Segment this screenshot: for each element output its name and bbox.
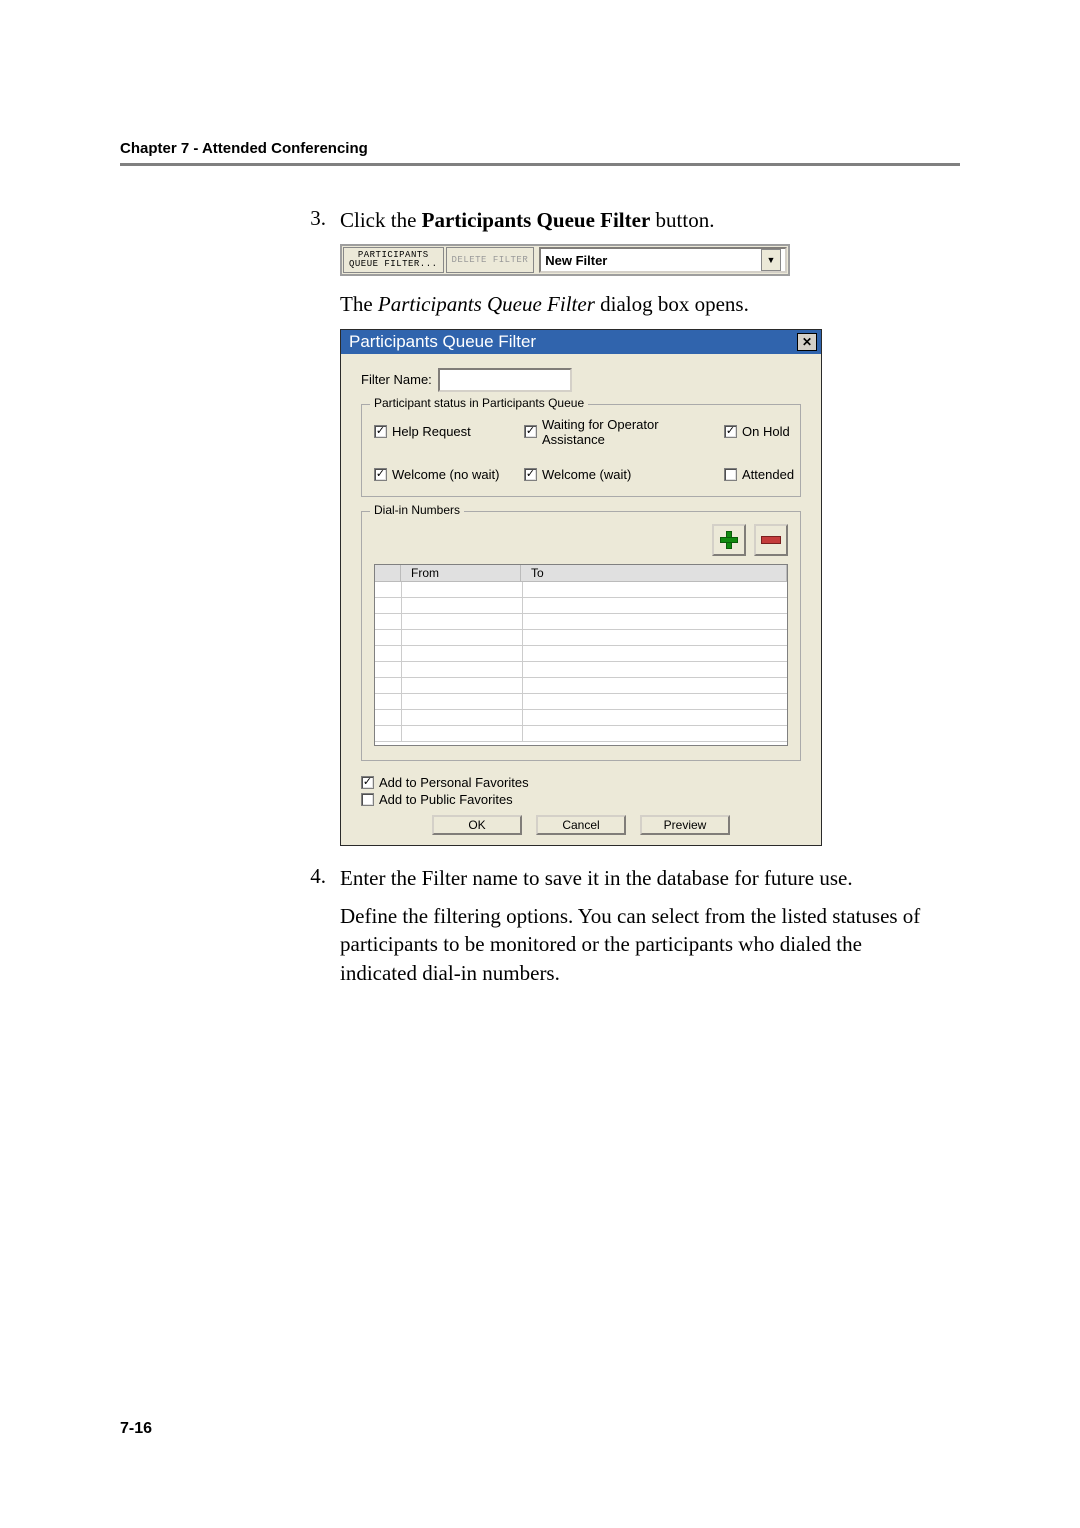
column-to: To [521,565,787,582]
public-favorites-checkbox[interactable]: Add to Public Favorites [361,792,801,807]
step-3-caption-italic: Participants Queue Filter [378,292,595,316]
preview-button[interactable]: Preview [640,815,730,835]
close-icon[interactable]: ✕ [797,333,817,351]
toolbar-figure: PARTICIPANTS QUEUE FILTER... DELETE FILT… [340,244,790,276]
table-row[interactable] [375,662,787,678]
participant-status-group: Participant status in Participants Queue… [361,404,801,497]
chevron-down-icon[interactable]: ▼ [761,249,781,271]
step-4-number: 4. [290,864,340,889]
participant-status-legend: Participant status in Participants Queue [370,396,588,410]
public-favorites-label: Add to Public Favorites [379,792,513,807]
table-row[interactable] [375,582,787,598]
table-row[interactable] [375,646,787,662]
participants-queue-filter-button[interactable]: PARTICIPANTS QUEUE FILTER... [343,247,444,273]
step-3-text: Click the Participants Queue Filter butt… [340,206,714,234]
plus-icon [720,531,738,549]
dialin-numbers-legend: Dial-in Numbers [370,503,464,517]
participants-queue-filter-dialog: Participants Queue Filter ✕ Filter Name:… [340,329,822,846]
step-3-text-prefix: Click the [340,208,422,232]
waiting-operator-checkbox[interactable]: ✓ Waiting for Operator Assistance [524,417,724,447]
waiting-operator-label: Waiting for Operator Assistance [542,417,724,447]
table-row[interactable] [375,614,787,630]
dialin-numbers-group: Dial-in Numbers From To [361,511,801,761]
page-number: 7-16 [120,1420,152,1438]
step-3: 3. Click the Participants Queue Filter b… [290,206,940,234]
personal-favorites-checkbox[interactable]: ✓ Add to Personal Favorites [361,775,801,790]
minus-icon [761,536,781,544]
on-hold-checkbox[interactable]: ✓ On Hold [724,417,814,447]
dialin-numbers-table[interactable]: From To [374,564,788,746]
attended-checkbox[interactable]: Attended [724,467,814,482]
welcome-nowait-label: Welcome (no wait) [392,467,499,482]
step-4-line2: Define the filtering options. You can se… [340,902,940,987]
filter-name-input[interactable] [438,368,572,392]
filter-name-label: Filter Name: [361,372,432,387]
checkbox-icon: ✓ [374,468,387,481]
step-4: 4. Enter the Filter name to save it in t… [290,864,940,987]
welcome-nowait-checkbox[interactable]: ✓ Welcome (no wait) [374,467,524,482]
table-row[interactable] [375,694,787,710]
step-3-text-bold: Participants Queue Filter [422,208,651,232]
checkbox-icon: ✓ [361,776,374,789]
checkbox-icon [361,793,374,806]
chapter-header: Chapter 7 - Attended Conferencing [120,140,960,157]
welcome-wait-label: Welcome (wait) [542,467,631,482]
step-3-caption-prefix: The [340,292,378,316]
step-3-caption: The Participants Queue Filter dialog box… [340,290,940,318]
checkbox-icon: ✓ [374,425,387,438]
welcome-wait-checkbox[interactable]: ✓ Welcome (wait) [524,467,724,482]
toolbar-btn2-label: DELETE FILTER [452,256,529,265]
personal-favorites-label: Add to Personal Favorites [379,775,529,790]
help-request-label: Help Request [392,424,471,439]
ok-button[interactable]: OK [432,815,522,835]
dialog-title-text: Participants Queue Filter [349,332,536,352]
cancel-button[interactable]: Cancel [536,815,626,835]
filter-select[interactable]: New Filter ▼ [539,247,787,273]
delete-filter-button[interactable]: DELETE FILTER [446,247,535,273]
step-3-caption-suffix: dialog box opens. [595,292,749,316]
header-divider [120,163,960,166]
table-rows [375,582,787,742]
checkbox-icon: ✓ [524,425,537,438]
on-hold-label: On Hold [742,424,790,439]
table-row[interactable] [375,710,787,726]
attended-label: Attended [742,467,794,482]
table-row[interactable] [375,678,787,694]
add-number-button[interactable] [712,524,746,556]
remove-number-button[interactable] [754,524,788,556]
dialog-titlebar: Participants Queue Filter ✕ [341,330,821,354]
step-4-line1: Enter the Filter name to save it in the … [340,864,940,892]
checkbox-icon [724,468,737,481]
toolbar-btn1-line2: QUEUE FILTER... [349,260,438,269]
filter-select-value: New Filter [545,253,607,268]
checkbox-icon: ✓ [524,468,537,481]
checkbox-icon: ✓ [724,425,737,438]
table-row[interactable] [375,598,787,614]
table-corner [375,565,401,582]
table-row[interactable] [375,726,787,742]
step-3-number: 3. [290,206,340,231]
help-request-checkbox[interactable]: ✓ Help Request [374,417,524,447]
step-3-text-suffix: button. [650,208,714,232]
column-from: From [401,565,521,582]
table-row[interactable] [375,630,787,646]
